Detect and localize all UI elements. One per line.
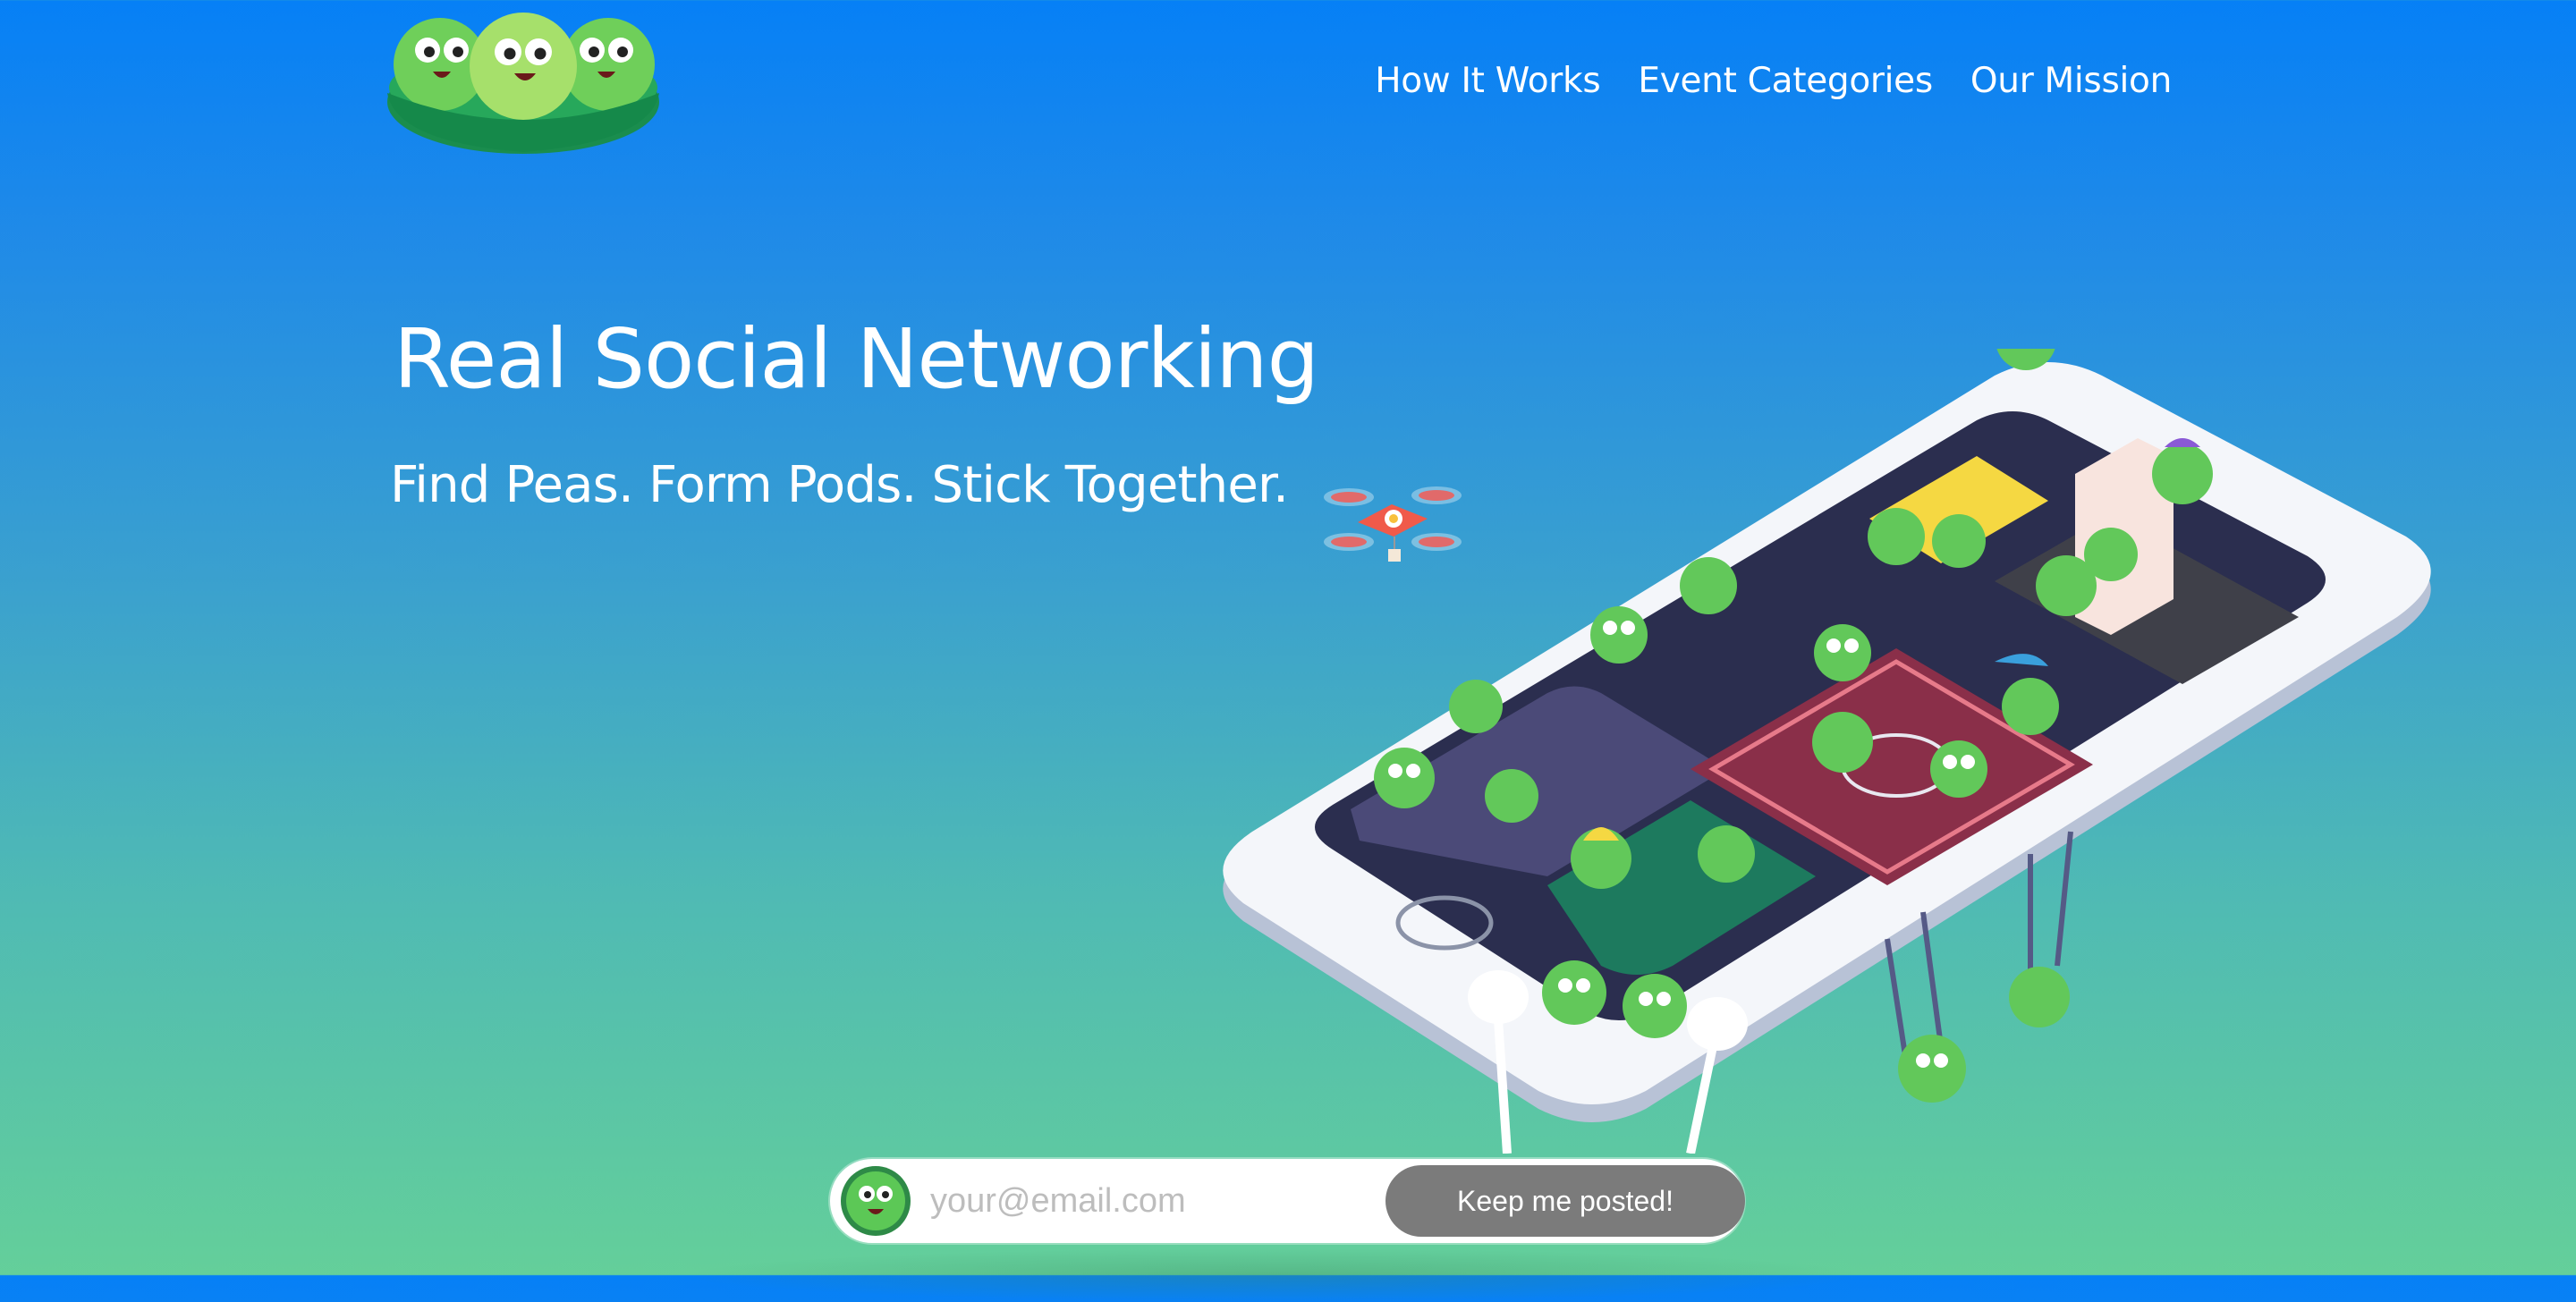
nav-our-mission[interactable]: Our Mission xyxy=(1970,61,2172,101)
email-signup-form: Keep me posted! xyxy=(830,1159,1745,1243)
pea-face-icon xyxy=(841,1166,911,1236)
phone-illustration xyxy=(1223,349,2431,1154)
hero-headline: Real Social Networking xyxy=(394,311,1319,407)
pea-pod-logo[interactable] xyxy=(385,13,662,156)
main-nav: How It Works Event Categories Our Missio… xyxy=(1375,61,2172,101)
bottom-shadow xyxy=(680,1248,1869,1302)
nav-event-categories[interactable]: Event Categories xyxy=(1638,61,1933,101)
keep-me-posted-button[interactable]: Keep me posted! xyxy=(1385,1165,1745,1237)
email-input[interactable] xyxy=(912,1165,1385,1237)
nav-how-it-works[interactable]: How It Works xyxy=(1375,61,1600,101)
hero-tagline: Find Peas. Form Pods. Stick Together. xyxy=(390,456,1289,514)
